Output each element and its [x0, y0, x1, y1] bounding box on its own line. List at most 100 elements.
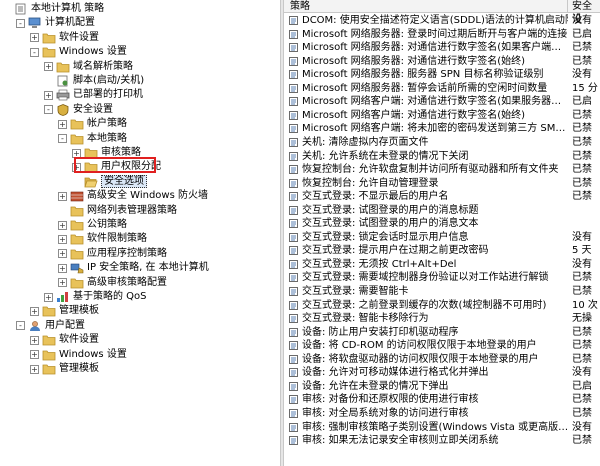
- tree-node-label: 管理模板: [59, 305, 99, 317]
- policy-name: Microsoft 网络服务器: 对通信进行数字签名(如果客户端…: [302, 42, 562, 54]
- policy-row[interactable]: 交互式登录: 智能卡移除行为 无操: [284, 312, 600, 325]
- expand-toggle-icon[interactable]: +: [44, 90, 53, 100]
- policy-row[interactable]: DCOM: 使用安全描述符定义语言(SDDL)语法的计算机启动限制 没有: [284, 14, 600, 27]
- policy-row[interactable]: 交互式登录: 需要智能卡 已禁: [284, 285, 600, 298]
- policy-row[interactable]: 设备: 允许在未登录的情况下弹出 已启: [284, 380, 600, 393]
- policy-row[interactable]: Microsoft 网络服务器: 登录时间过期后断开与客户端的连接 已启: [284, 28, 600, 41]
- policy-row[interactable]: 交互式登录: 试图登录的用户的消息标题: [284, 204, 600, 217]
- tree-node[interactable]: + 软件设置: [30, 31, 99, 45]
- policy-name: Microsoft 网络服务器: 服务器 SPN 目标名称验证级别: [302, 69, 544, 81]
- tree-node-label: 软件设置: [59, 334, 99, 346]
- expand-toggle-icon[interactable]: +: [30, 33, 39, 43]
- policy-setting-value: 没有: [572, 69, 592, 81]
- policy-setting-value: 无操: [572, 313, 592, 325]
- policy-row[interactable]: Microsoft 网络服务器: 服务器 SPN 目标名称验证级别 没有: [284, 68, 600, 81]
- tree-node[interactable]: + 管理模板: [30, 362, 99, 376]
- policy-row[interactable]: 交互式登录: 不显示最后的用户名 已禁: [284, 190, 600, 203]
- expand-toggle-icon[interactable]: +: [58, 249, 67, 259]
- expand-toggle-icon[interactable]: +: [58, 263, 67, 273]
- tree-node[interactable]: + 公钥策略: [58, 218, 127, 232]
- column-header-security-setting[interactable]: 安全设: [568, 0, 600, 25]
- collapse-toggle-icon[interactable]: -: [58, 134, 67, 144]
- policy-item-icon: [289, 192, 298, 202]
- policy-item-icon: [289, 137, 298, 147]
- tree-node[interactable]: + 基于策略的 QoS: [44, 290, 147, 304]
- tree-node[interactable]: + Windows 设置: [30, 348, 127, 362]
- policy-row[interactable]: 审核: 对全局系统对象的访问进行审核 已禁: [284, 407, 600, 420]
- expand-toggle-icon[interactable]: +: [58, 119, 67, 129]
- policy-row[interactable]: 恢复控制台: 允许软盘复制并访问所有驱动器和所有文件夹 已禁: [284, 163, 600, 176]
- policy-row[interactable]: 交互式登录: 提示用户在过期之前更改密码 5 天: [284, 244, 600, 257]
- policy-row[interactable]: 交互式登录: 需要域控制器身份验证以对工作站进行解锁 已禁: [284, 271, 600, 284]
- policy-row[interactable]: 审核: 如果无法记录安全审核则立即关闭系统 已禁: [284, 434, 600, 447]
- expand-toggle-icon[interactable]: +: [44, 292, 53, 302]
- tree-node[interactable]: 网络列表管理器策略: [58, 204, 177, 218]
- collapse-toggle-icon[interactable]: -: [16, 321, 25, 331]
- policy-name: 设备: 允许在未登录的情况下弹出: [302, 380, 449, 392]
- column-header-policy[interactable]: 策略: [284, 0, 568, 13]
- policy-row[interactable]: Microsoft 网络服务器: 对通信进行数字签名(始终) 已禁: [284, 55, 600, 68]
- policy-row[interactable]: 设备: 允许对可移动媒体进行格式化并弹出 没有: [284, 366, 600, 379]
- policy-row[interactable]: Microsoft 网络客户端: 将未加密的密码发送到第三方 SM… 已禁: [284, 122, 600, 135]
- policy-row[interactable]: 设备: 将 CD-ROM 的访问权限仅限于本地登录的用户 已禁: [284, 339, 600, 352]
- policy-row[interactable]: 关机: 清除虚拟内存页面文件 已禁: [284, 136, 600, 149]
- policy-row[interactable]: Microsoft 网络客户端: 对通信进行数字签名(如果服务器… 已启: [284, 95, 600, 108]
- expand-toggle-icon[interactable]: +: [44, 62, 53, 72]
- policy-row[interactable]: 关机: 允许系统在未登录的情况下关闭 已禁: [284, 150, 600, 163]
- tree-node-label: Windows 设置: [59, 348, 127, 360]
- tree-node[interactable]: + 软件限制策略: [58, 232, 147, 246]
- collapse-toggle-icon[interactable]: -: [44, 105, 53, 115]
- tree-node[interactable]: + IP 安全策略, 在 本地计算机: [58, 261, 209, 275]
- tree-node[interactable]: - 计算机配置: [16, 16, 95, 30]
- tree-node[interactable]: - 用户配置: [16, 319, 85, 333]
- policy-row[interactable]: Microsoft 网络服务器: 暂停会话前所需的空闲时间数量 15 分: [284, 82, 600, 95]
- tree-node[interactable]: - 本地策略: [58, 132, 127, 146]
- policy-row[interactable]: 设备: 防止用户安装打印机驱动程序 已禁: [284, 326, 600, 339]
- folder-icon: [42, 305, 56, 317]
- policy-row[interactable]: 交互式登录: 之前登录到缓存的次数(域控制器不可用时) 10 次: [284, 299, 600, 312]
- policy-row[interactable]: 审核: 强制审核策略子类别设置(Windows Vista 或更高版… 没有: [284, 421, 600, 434]
- policy-row[interactable]: 审核: 对备份和还原权限的使用进行审核 已禁: [284, 393, 600, 406]
- expand-toggle-icon[interactable]: +: [58, 191, 67, 201]
- expand-toggle-icon[interactable]: +: [58, 234, 67, 244]
- policy-row[interactable]: 交互式登录: 锁定会话时显示用户信息 没有: [284, 231, 600, 244]
- policy-item-icon: [289, 354, 298, 364]
- tree-node-label: 公钥策略: [87, 219, 127, 230]
- tree-node[interactable]: 脚本(启动/关机): [44, 74, 144, 88]
- collapse-toggle-icon[interactable]: -: [16, 18, 25, 28]
- tree-node[interactable]: - Windows 设置: [30, 45, 127, 59]
- tree-node[interactable]: + 管理模板: [30, 304, 99, 318]
- policy-row[interactable]: Microsoft 网络服务器: 对通信进行数字签名(如果客户端… 已禁: [284, 41, 600, 54]
- policy-item-icon: [289, 314, 298, 324]
- tree-node[interactable]: + 域名解析策略: [44, 60, 133, 74]
- tree-node[interactable]: 本地计算机 策略: [2, 2, 104, 16]
- expand-toggle-icon[interactable]: +: [58, 220, 67, 230]
- policy-name: Microsoft 网络服务器: 对通信进行数字签名(始终): [302, 55, 526, 67]
- policy-row[interactable]: 交互式登录: 无须按 Ctrl+Alt+Del 没有: [284, 258, 600, 271]
- expand-toggle-icon[interactable]: +: [30, 350, 39, 360]
- expand-toggle-icon[interactable]: +: [30, 364, 39, 374]
- tree-node[interactable]: - 安全设置: [44, 103, 113, 117]
- computer-icon: [28, 17, 42, 29]
- tree-node[interactable]: + 高级审核策略配置: [58, 276, 167, 290]
- tree-node[interactable]: 安全选项: [72, 174, 147, 189]
- expand-toggle-icon[interactable]: +: [30, 335, 39, 345]
- tree-node[interactable]: + 软件设置: [30, 333, 99, 347]
- policy-name: 设备: 将软盘驱动器的访问权限仅限于本地登录的用户: [302, 353, 539, 365]
- tree-node[interactable]: + 帐户策略: [58, 117, 127, 131]
- policy-item-icon: [289, 110, 298, 120]
- policy-row[interactable]: 恢复控制台: 允许自动管理登录 已禁: [284, 177, 600, 190]
- policy-setting-value: 没有: [572, 231, 592, 243]
- collapse-toggle-icon[interactable]: -: [30, 47, 39, 57]
- expand-toggle-icon[interactable]: +: [30, 306, 39, 316]
- tree-node[interactable]: + 已部署的打印机: [44, 88, 143, 102]
- tree-node-label: IP 安全策略, 在 本地计算机: [87, 262, 209, 274]
- folder-icon: [42, 32, 56, 44]
- expand-toggle-icon[interactable]: +: [58, 278, 67, 288]
- policy-row[interactable]: Microsoft 网络客户端: 对通信进行数字签名(始终) 已禁: [284, 109, 600, 122]
- policy-row[interactable]: 设备: 将软盘驱动器的访问权限仅限于本地登录的用户 已禁: [284, 353, 600, 366]
- tree-node[interactable]: + 应用程序控制策略: [58, 247, 167, 261]
- policy-row[interactable]: 交互式登录: 试图登录的用户的消息文本: [284, 217, 600, 230]
- tree-node[interactable]: + 高级安全 Windows 防火墙: [58, 189, 208, 203]
